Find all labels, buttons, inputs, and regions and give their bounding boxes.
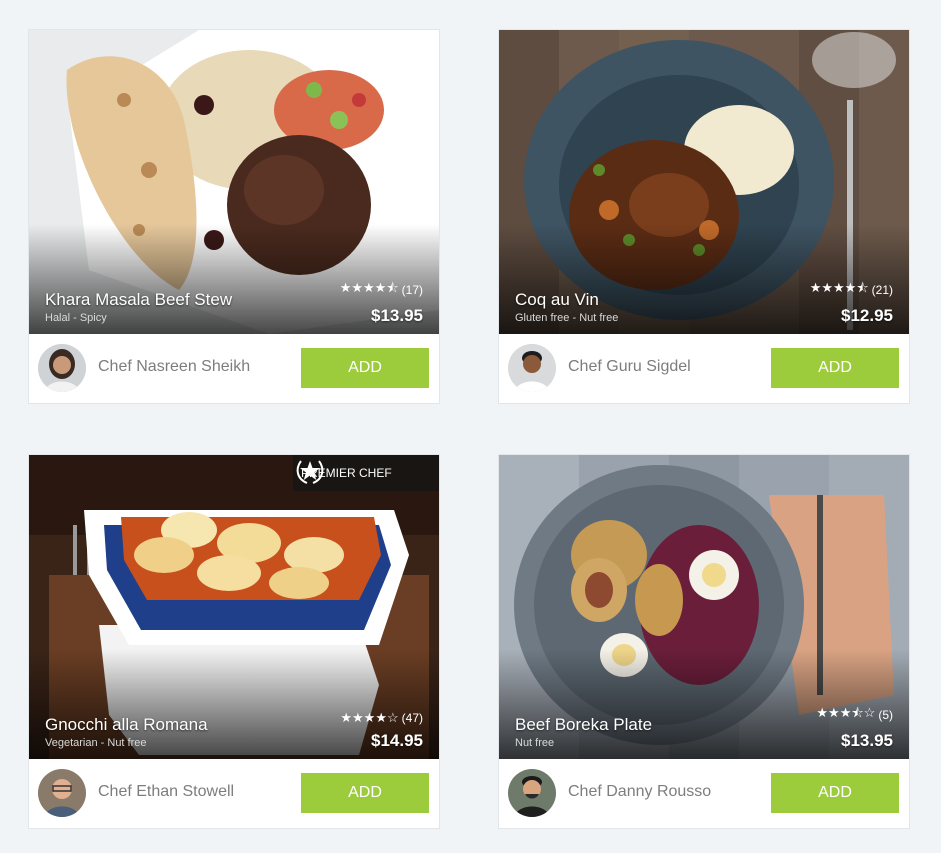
add-button[interactable]: ADD (771, 773, 899, 813)
review-count: (17) (401, 283, 423, 297)
dish-name[interactable]: Coq au Vin (515, 290, 599, 310)
chef-avatar[interactable] (38, 769, 86, 817)
dish-photo[interactable]: PREMIER CHEF Gnocchi alla Romana Vegetar… (29, 455, 439, 759)
dish-photo[interactable]: Beef Boreka Plate Nut free ★★★⯪☆ (5) $13… (499, 455, 909, 759)
rating: ★★★★⯪ (21) (810, 279, 893, 301)
card-footer: Chef Danny Rousso ADD (499, 759, 909, 828)
price: $14.95 (371, 731, 423, 750)
rating: ★★★⯪☆ (5) (816, 704, 893, 726)
meal-card[interactable]: PREMIER CHEF Gnocchi alla Romana Vegetar… (29, 455, 439, 828)
price: $12.95 (841, 306, 893, 325)
meal-card[interactable]: Khara Masala Beef Stew Halal - Spicy ★★★… (29, 30, 439, 403)
dish-name[interactable]: Gnocchi alla Romana (45, 715, 208, 735)
star-rating-icon: ★★★★⯪ (809, 280, 869, 295)
dish-name[interactable]: Beef Boreka Plate (515, 715, 652, 735)
chef-avatar[interactable] (508, 344, 556, 392)
premier-chef-badge: PREMIER CHEF (293, 455, 439, 491)
chef-name[interactable]: Chef Ethan Stowell (98, 783, 234, 801)
card-footer: Chef Ethan Stowell ADD (29, 759, 439, 828)
star-rating-icon: ★★★★☆ (340, 710, 399, 725)
add-button[interactable]: ADD (771, 348, 899, 388)
dish-tags: Nut free (515, 737, 555, 749)
dish-name[interactable]: Khara Masala Beef Stew (45, 290, 232, 310)
chef-name[interactable]: Chef Nasreen Sheikh (98, 358, 250, 376)
dish-tags: Vegetarian - Nut free (45, 737, 147, 749)
dish-tags: Halal - Spicy (45, 312, 107, 324)
review-count: (5) (878, 708, 893, 722)
chef-name[interactable]: Chef Danny Rousso (568, 783, 711, 801)
price: $13.95 (371, 306, 423, 325)
dish-photo[interactable]: Coq au Vin Gluten free - Nut free ★★★★⯪ … (499, 30, 909, 334)
price: $13.95 (841, 731, 893, 750)
add-button[interactable]: ADD (301, 348, 429, 388)
star-rating-icon: ★★★★⯪ (339, 280, 399, 295)
dish-photo[interactable]: Khara Masala Beef Stew Halal - Spicy ★★★… (29, 30, 439, 334)
review-count: (21) (871, 283, 893, 297)
star-rating-icon: ★★★⯪☆ (816, 705, 876, 720)
dish-tags: Gluten free - Nut free (515, 312, 619, 324)
chef-name[interactable]: Chef Guru Sigdel (568, 358, 691, 376)
chef-avatar[interactable] (508, 769, 556, 817)
laurel-star-icon (296, 460, 324, 484)
card-footer: Chef Nasreen Sheikh ADD (29, 334, 439, 403)
rating: ★★★★☆ (47) (340, 710, 423, 726)
meal-card[interactable]: Beef Boreka Plate Nut free ★★★⯪☆ (5) $13… (499, 455, 909, 828)
add-button[interactable]: ADD (301, 773, 429, 813)
rating: ★★★★⯪ (17) (340, 279, 423, 301)
review-count: (47) (401, 711, 423, 725)
card-footer: Chef Guru Sigdel ADD (499, 334, 909, 403)
chef-avatar[interactable] (38, 344, 86, 392)
meal-card[interactable]: Coq au Vin Gluten free - Nut free ★★★★⯪ … (499, 30, 909, 403)
